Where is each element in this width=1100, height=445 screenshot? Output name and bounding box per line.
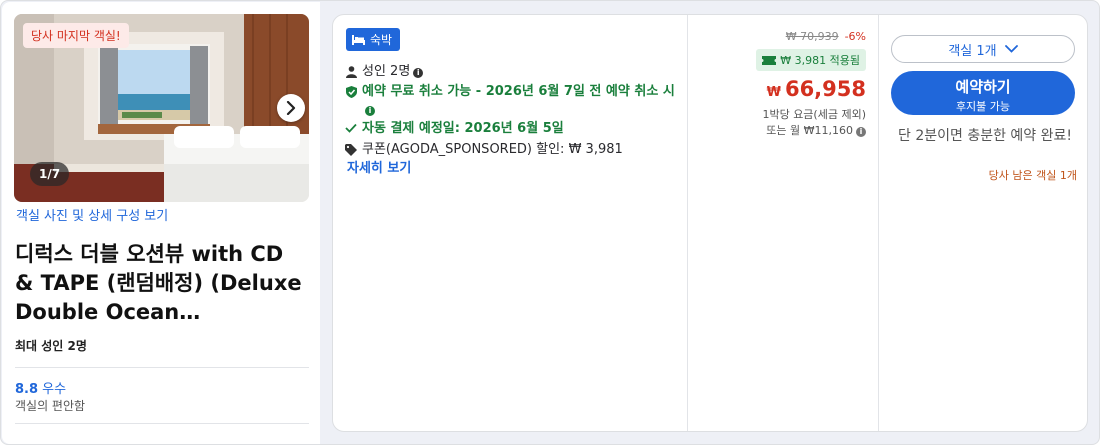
original-price: ₩ 70,939 -6% — [786, 30, 866, 43]
original-price-value: ₩ 70,939 — [785, 30, 839, 43]
shield-check-icon — [345, 86, 357, 98]
feature-guests: 성인 2명 i — [345, 63, 424, 81]
rating-subtitle: 객실의 편안함 — [15, 399, 86, 413]
booking-column: 객실 1개 예약하기 후지불 가능 단 2분이면 충분한 예약 완료! 당사 남… — [879, 15, 1087, 431]
last-room-tag: 당사 마지막 객실! — [23, 23, 129, 48]
chevron-right-icon — [286, 101, 296, 115]
next-photo-button[interactable] — [277, 94, 305, 122]
chevron-down-icon — [1004, 45, 1018, 53]
book-button-sub: 후지불 가능 — [955, 100, 1011, 113]
room-offer-row: 당사 마지막 객실! 1/7 객실 사진 및 상세 구성 보기 디럭스 더블 오… — [0, 0, 1100, 445]
price-per-night-note: 1박당 요금(세금 제외) — [762, 108, 866, 121]
room-photos-link[interactable]: 객실 사진 및 상세 구성 보기 — [16, 205, 168, 224]
divider — [15, 367, 309, 368]
person-icon — [345, 66, 357, 78]
price-column: ₩ 70,939 -6% ₩ 3,981 적용됨 ₩66,958 1박당 요금(세… — [688, 15, 878, 431]
coupon-applied-badge: ₩ 3,981 적용됨 — [756, 49, 866, 71]
final-price: ₩66,958 — [767, 77, 866, 101]
details-link[interactable]: 자세히 보기 — [347, 157, 411, 176]
room-title: 디럭스 더블 오션뷰 with CD & TAPE (랜덤배정) (Deluxe… — [15, 242, 302, 324]
stay-badge-label: 숙박 — [370, 33, 393, 47]
discount-percent: -6% — [844, 30, 866, 43]
room-count-value: 객실 1개 — [948, 43, 997, 59]
bed-icon — [352, 34, 365, 45]
rooms-left: 당사 남은 객실 1개 — [988, 169, 1077, 182]
info-icon[interactable]: i — [365, 106, 375, 116]
check-icon — [345, 123, 357, 133]
ticket-icon — [762, 55, 777, 65]
rating-word: 우수 — [42, 382, 67, 397]
book-button-label: 예약하기 — [955, 78, 1011, 96]
room-photo[interactable]: 당사 마지막 객실! 1/7 — [14, 14, 309, 202]
room-rating: 8.8 우수 — [15, 378, 66, 397]
feature-auto-pay: 자동 결제 예정일: 2026년 6월 5일 — [345, 120, 564, 138]
guests-label: 성인 2명 — [362, 64, 411, 79]
price-note: 1박당 요금(세금 제외) 또는 월 ₩11,160 i — [762, 107, 866, 139]
feature-free-cancel: 예약 무료 취소 가능 - 2026년 6월 7일 전 예약 취소 시 i — [345, 83, 675, 119]
max-occupancy: 최대 성인 2명 — [15, 339, 87, 353]
info-icon[interactable]: i — [413, 68, 424, 78]
info-icon[interactable]: i — [856, 127, 866, 137]
auto-pay-text: 자동 결제 예정일: 2026년 6월 5일 — [362, 121, 564, 136]
tag-icon — [345, 144, 357, 156]
photo-counter: 1/7 — [30, 162, 70, 186]
book-button[interactable]: 예약하기 후지불 가능 — [891, 71, 1075, 115]
price-currency: ₩ — [766, 85, 781, 100]
divider — [15, 423, 309, 424]
urgency-message: 단 2분이면 충분한 예약 완료! — [898, 128, 1072, 144]
rating-score: 8.8 — [15, 382, 39, 397]
room-count-select[interactable]: 객실 1개 — [891, 35, 1075, 63]
stay-badge: 숙박 — [346, 28, 401, 51]
offer-card: 숙박 성인 2명 i 예약 무료 취소 가능 - 2026년 6월 7일 전 예약… — [332, 14, 1088, 432]
room-info-column: 당사 마지막 객실! 1/7 객실 사진 및 상세 구성 보기 디럭스 더블 오… — [2, 2, 320, 444]
monthly-price-note: 또는 월 ₩11,160 — [766, 124, 853, 137]
coupon-applied-text: ₩ 3,981 적용됨 — [780, 54, 860, 67]
free-cancel-text: 예약 무료 취소 가능 - 2026년 6월 7일 전 예약 취소 시 — [362, 84, 675, 99]
price-amount: 66,958 — [784, 77, 866, 101]
